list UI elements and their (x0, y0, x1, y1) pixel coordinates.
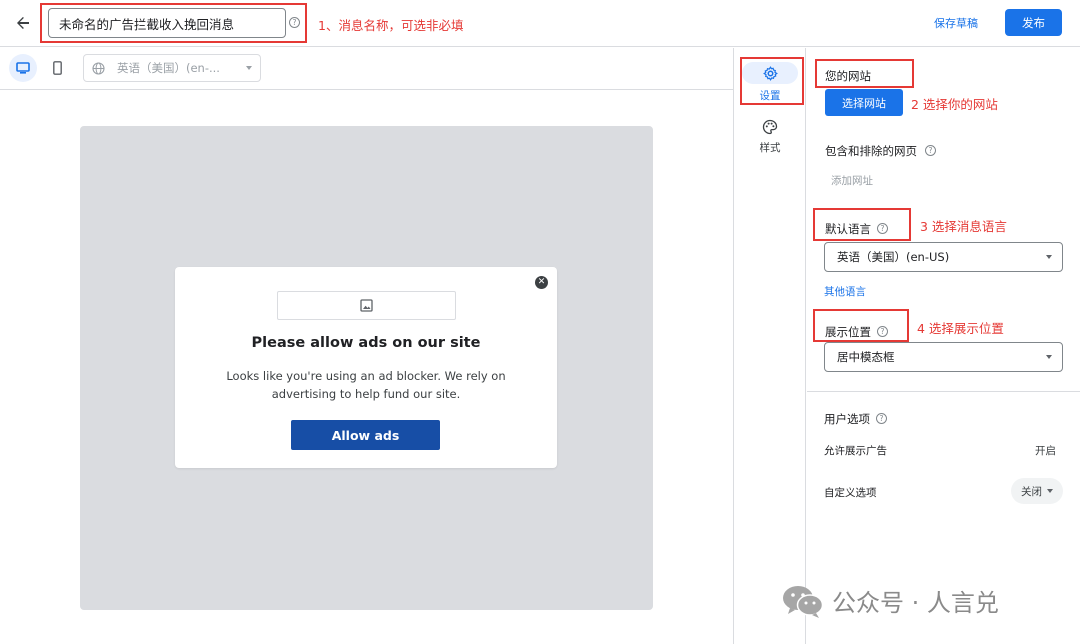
help-icon[interactable]: ? (877, 326, 888, 337)
ad-block-modal: ✕ Please allow ads on our site Looks lik… (175, 267, 557, 468)
annotation-message-name: 1、消息名称，可选非必填 (318, 18, 464, 33)
annotation-language: 3 选择消息语言 (920, 219, 1007, 234)
watermark: 公众号 · 人言兑 (782, 583, 999, 618)
desktop-preview-button[interactable] (9, 54, 37, 82)
preview-canvas: ✕ Please allow ads on our site Looks lik… (0, 91, 733, 644)
chevron-down-icon (1046, 355, 1052, 359)
add-url-link[interactable]: 添加网址 (831, 173, 873, 188)
image-icon (360, 299, 373, 312)
custom-option-label: 自定义选项 (824, 487, 877, 499)
settings-panel: 您的网站 选择网站 2 选择你的网站 包含和排除的网页 ? 添加网址 默认语言 … (807, 48, 1080, 644)
mobile-icon (52, 61, 62, 75)
position-heading: 展示位置 (825, 325, 871, 339)
preview-toolbar: 英语（美国）(en-... (0, 48, 733, 90)
preview-language-label: 英语（美国）(en-... (117, 61, 220, 75)
default-language-heading: 默认语言 (825, 222, 871, 236)
message-name-input[interactable] (48, 8, 286, 38)
help-icon[interactable]: ? (925, 145, 936, 156)
divider (807, 391, 1080, 392)
wechat-icon (783, 585, 824, 618)
help-icon[interactable]: ? (876, 413, 887, 424)
chevron-down-icon (1046, 255, 1052, 259)
allow-ads-button[interactable]: Allow ads (291, 420, 440, 450)
nav-style-label: 样式 (759, 142, 781, 154)
custom-option-state: 关闭 (1021, 485, 1042, 498)
nav-settings[interactable]: 设置 (734, 62, 806, 103)
gear-icon (762, 65, 778, 81)
close-icon[interactable]: ✕ (535, 276, 548, 289)
allow-ads-option-state[interactable]: 开启 (1035, 443, 1056, 458)
your-site-heading: 您的网站 (825, 69, 871, 83)
nav-settings-label: 设置 (759, 90, 781, 102)
side-nav: 设置 样式 (733, 48, 806, 644)
desktop-icon (16, 62, 30, 74)
other-languages-link[interactable]: 其他语言 (824, 284, 866, 299)
custom-option-toggle[interactable]: 关闭 (1011, 478, 1063, 504)
modal-description: Looks like you're using an ad blocker. W… (226, 369, 506, 401)
palette-icon (762, 119, 778, 135)
image-placeholder (277, 291, 456, 320)
modal-title: Please allow ads on our site (251, 335, 481, 351)
included-pages-heading: 包含和排除的网页 (825, 144, 917, 158)
position-select[interactable]: 居中模态框 (824, 342, 1063, 372)
annotation-position: 4 选择展示位置 (917, 321, 1004, 336)
default-language-select[interactable]: 英语（美国）(en-US) (824, 242, 1063, 272)
position-value: 居中模态框 (837, 350, 895, 364)
help-icon[interactable]: ? (877, 223, 888, 234)
chevron-down-icon (246, 66, 252, 70)
preview-page: ✕ Please allow ads on our site Looks lik… (80, 126, 653, 610)
allow-ads-option-label: 允许展示广告 (824, 445, 887, 457)
globe-icon (92, 61, 105, 75)
publish-button[interactable]: 发布 (1005, 9, 1062, 36)
chevron-down-icon (1047, 489, 1053, 493)
watermark-text: 公众号 · 人言兑 (832, 589, 999, 617)
nav-style[interactable]: 样式 (734, 116, 806, 155)
default-language-value: 英语（美国）(en-US) (837, 250, 950, 264)
preview-language-select[interactable]: 英语（美国）(en-... (83, 54, 261, 82)
annotation-choose-site: 2 选择你的网站 (911, 97, 998, 112)
user-options-heading: 用户选项 (824, 412, 870, 426)
save-draft-button[interactable]: 保存草稿 (934, 12, 978, 34)
choose-site-button[interactable]: 选择网站 (825, 89, 903, 116)
top-bar: ? 1、消息名称，可选非必填 保存草稿 发布 (0, 0, 1080, 47)
help-icon[interactable]: ? (289, 17, 300, 28)
back-arrow-icon[interactable] (12, 12, 34, 34)
mobile-preview-button[interactable] (44, 54, 70, 82)
